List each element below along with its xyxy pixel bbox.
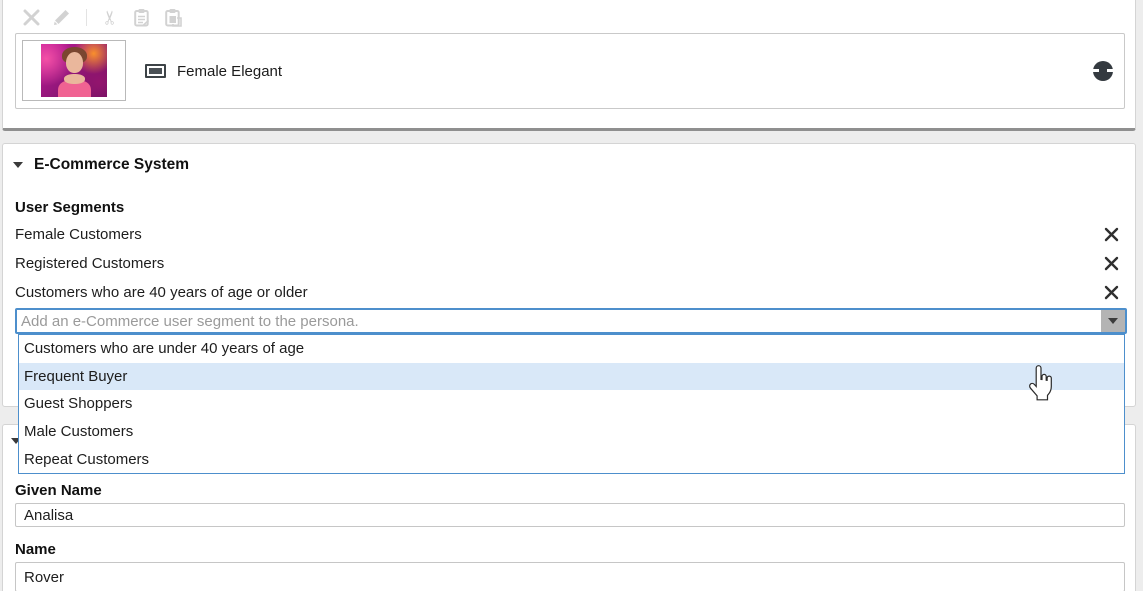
add-segment-input[interactable] — [19, 310, 1099, 332]
segment-row: Female Customers — [15, 220, 1119, 249]
persona-card[interactable]: Female Elegant — [15, 33, 1125, 109]
combobox-dropdown-button[interactable] — [1101, 310, 1125, 332]
segment-text: Customers who are 40 years of age or old… — [15, 284, 308, 301]
dropdown-option[interactable]: Guest Shoppers — [19, 390, 1124, 418]
remove-segment-icon[interactable] — [1103, 285, 1119, 301]
cut-scissors-icon[interactable]: ✂ — [101, 7, 121, 27]
segment-row: Customers who are 40 years of age or old… — [15, 278, 1119, 307]
given-name-input[interactable] — [15, 503, 1125, 527]
segment-dropdown-list: Customers who are under 40 years of age … — [18, 334, 1125, 474]
section-header-ecommerce[interactable]: E-Commerce System — [13, 156, 189, 174]
given-name-label: Given Name — [15, 482, 102, 499]
dropdown-option-highlighted[interactable]: Frequent Buyer — [19, 363, 1124, 391]
add-segment-combobox — [15, 308, 1127, 334]
edit-pencil-icon[interactable] — [52, 7, 72, 27]
chevron-down-icon — [1108, 318, 1118, 324]
remove-segment-icon[interactable] — [1103, 256, 1119, 272]
toolbar: ✂ — [21, 6, 183, 28]
dropdown-option[interactable]: Customers who are under 40 years of age — [19, 335, 1124, 363]
persona-editor-page: { "colors": { "focus_blue": "#4d8fcc", "… — [0, 0, 1143, 591]
name-input[interactable] — [15, 562, 1125, 591]
segment-text: Registered Customers — [15, 255, 164, 272]
section-title: E-Commerce System — [34, 156, 189, 174]
segment-text: Female Customers — [15, 226, 142, 243]
delete-icon[interactable] — [21, 7, 41, 27]
segment-list: Female Customers Registered Customers Cu… — [15, 220, 1119, 307]
persona-title-row: Female Elegant — [145, 34, 282, 108]
toolbar-divider — [86, 9, 87, 26]
persona-photo-tile — [22, 40, 126, 101]
dropdown-option[interactable]: Repeat Customers — [19, 445, 1124, 473]
segment-row: Registered Customers — [15, 249, 1119, 278]
persona-list-panel: ✂ Female Elegant — [2, 0, 1136, 131]
copy-icon[interactable] — [132, 7, 152, 27]
dropdown-option[interactable]: Male Customers — [19, 418, 1124, 446]
persona-photo — [41, 44, 107, 97]
globe-slot-icon — [1093, 61, 1113, 81]
name-label: Name — [15, 541, 56, 558]
remove-segment-icon[interactable] — [1103, 227, 1119, 243]
paste-icon[interactable] — [163, 7, 183, 27]
collapse-arrow-icon — [13, 162, 23, 168]
user-segments-label: User Segments — [15, 199, 124, 216]
persona-title: Female Elegant — [177, 63, 282, 80]
banner-icon — [145, 64, 166, 78]
